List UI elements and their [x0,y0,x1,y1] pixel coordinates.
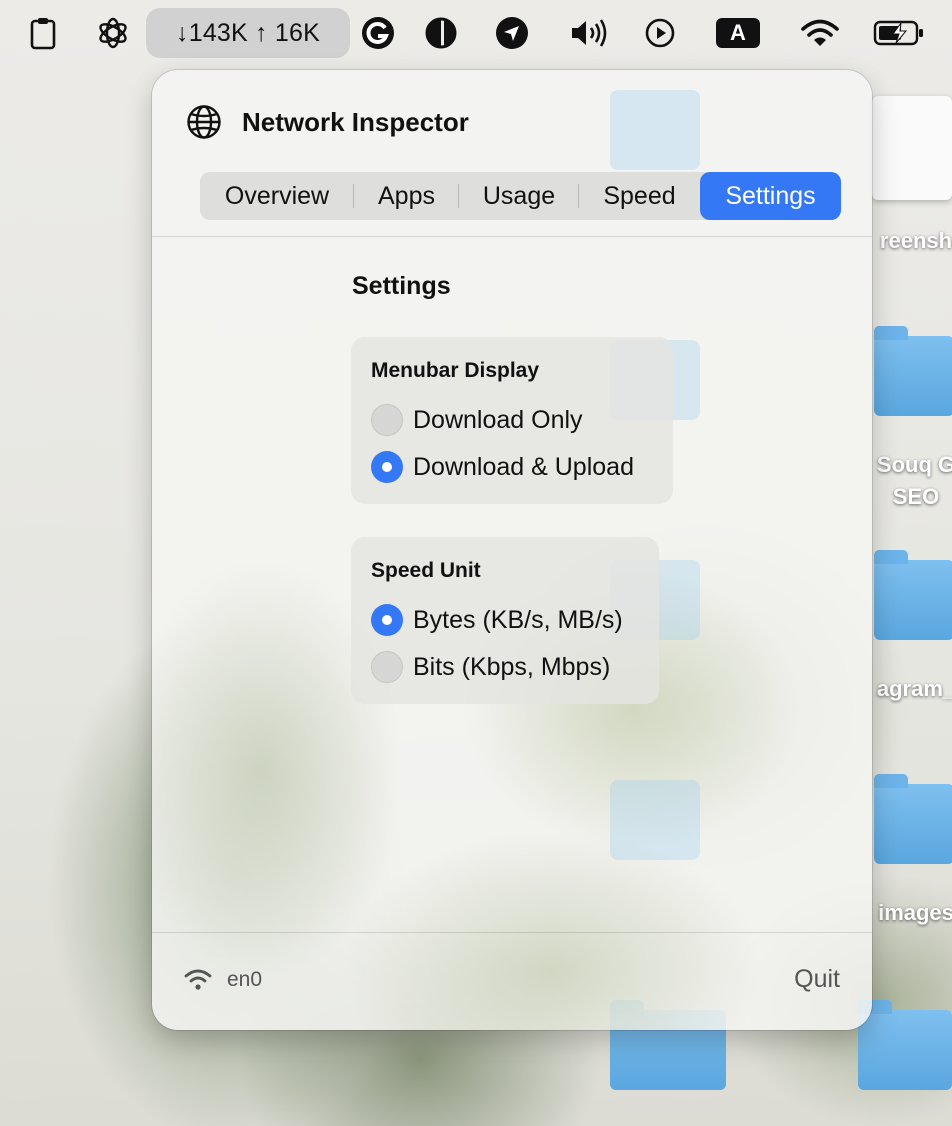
radio-label: Download & Upload [413,452,634,481]
radio-button[interactable] [371,604,403,636]
play-circle-icon[interactable] [644,8,676,58]
desktop-folder-icon[interactable] [874,326,952,416]
desktop-folder-icon[interactable] [874,774,952,864]
contrast-icon[interactable] [424,8,458,58]
radio-label: Download Only [413,405,583,434]
radio-download-only[interactable]: Download Only [371,403,583,437]
group-title: Speed Unit [371,559,481,582]
menubar-display-group: Menubar Display Download Only Download &… [351,337,673,504]
desktop-label: Souq G [876,452,952,477]
desktop-folder-icon[interactable] [874,550,952,640]
popover-header: Network Inspector [186,104,469,140]
desktop-label: images [878,900,952,925]
clipboard-icon[interactable] [26,8,60,58]
network-interface-label: en0 [227,968,263,991]
desktop-folder-icon[interactable] [858,1000,952,1090]
location-arrow-icon[interactable] [494,8,530,58]
grammarly-icon[interactable] [360,8,396,58]
tab-speed[interactable]: Speed [579,172,700,220]
radio-button[interactable] [371,451,403,483]
desktop-label: SEO [892,484,940,509]
speed-unit-group: Speed Unit Bytes (KB/s, MB/s) Bits (Kbps… [351,537,659,704]
radio-bytes[interactable]: Bytes (KB/s, MB/s) [371,603,623,637]
quit-button[interactable]: Quit [794,965,840,994]
app-title: Network Inspector [242,106,469,137]
openai-icon[interactable] [93,8,133,58]
input-source-letter: A [730,20,746,45]
header-divider [152,236,872,237]
section-title: Settings [352,272,451,300]
network-inspector-popover: Network Inspector Overview Apps Usage Sp… [152,70,872,1030]
tab-overview[interactable]: Overview [200,172,354,220]
radio-button[interactable] [371,651,403,683]
desktop-screenshot-thumbnail[interactable] [872,96,952,200]
menu-bar: ↓143K ↑ 16K A [0,0,952,66]
tab-usage[interactable]: Usage [459,172,579,220]
wifi-icon [184,969,212,990]
volume-icon[interactable] [568,8,612,58]
network-speed-text: ↓143K ↑ 16K [176,18,320,47]
radio-button[interactable] [371,404,403,436]
wifi-icon[interactable] [800,8,840,58]
desktop-label: agram_ [876,676,952,701]
globe-icon [187,105,221,139]
radio-label: Bytes (KB/s, MB/s) [413,605,623,634]
battery-charging-icon[interactable] [872,8,926,58]
tab-apps[interactable]: Apps [354,172,459,220]
footer-divider [152,932,872,933]
tab-settings[interactable]: Settings [700,172,841,220]
desktop-label: reensh [879,228,952,253]
radio-download-upload[interactable]: Download & Upload [371,450,634,484]
network-speed-menu[interactable]: ↓143K ↑ 16K [146,8,350,58]
tab-bar: Overview Apps Usage Speed Settings [200,172,841,220]
group-title: Menubar Display [371,359,540,382]
radio-bits[interactable]: Bits (Kbps, Mbps) [371,650,610,684]
radio-label: Bits (Kbps, Mbps) [413,652,611,681]
input-source-icon[interactable]: A [716,8,760,58]
